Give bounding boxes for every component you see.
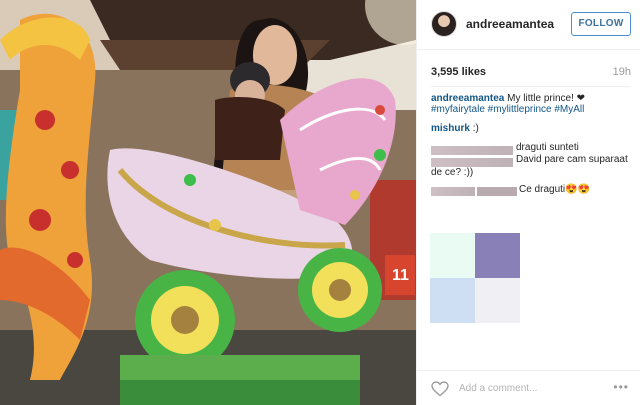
post-sidebar: andreeamantea FOLLOW 3,595 likes 19h and… — [416, 0, 640, 405]
avatar[interactable] — [431, 11, 457, 37]
swatch — [475, 233, 520, 278]
comment-line: mishurk :) — [431, 122, 479, 136]
post-header: andreeamantea FOLLOW — [417, 0, 640, 50]
comment-text: draguti sunteti — [516, 142, 579, 153]
swatch — [430, 233, 475, 278]
comment-line: David pare cam suparaat — [516, 153, 628, 167]
comment-author[interactable]: mishurk — [431, 123, 470, 134]
swatch — [475, 278, 520, 323]
comment-text: Ce draguti😍😍 — [519, 184, 591, 195]
carousel-photo-illustration: 11 — [0, 0, 416, 405]
svg-text:11: 11 — [392, 267, 409, 284]
likes-count[interactable]: 3,595 likes — [431, 66, 486, 78]
divider — [431, 86, 631, 87]
redacted-username — [431, 187, 475, 196]
comment-line: Ce draguti😍😍 — [519, 183, 590, 197]
post-timestamp[interactable]: 19h — [613, 66, 631, 78]
swatch — [430, 278, 475, 323]
comment-text: :) — [472, 123, 479, 134]
follow-button[interactable]: FOLLOW — [571, 12, 631, 36]
post-photo[interactable]: 11 — [0, 0, 416, 405]
caption-tags-line: #myfairytale #mylittleprince #MyAll — [431, 103, 584, 117]
redacted-username — [431, 146, 513, 155]
post-meta: 3,595 likes 19h — [431, 66, 631, 80]
username-link[interactable]: andreeamantea — [466, 17, 554, 31]
comment-text: David pare cam suparaat — [516, 154, 628, 165]
heart-icon[interactable] — [431, 381, 449, 397]
color-swatch-image — [430, 233, 520, 323]
comment-line: de ce? :)) — [431, 166, 473, 180]
comment-text: de ce? :)) — [431, 167, 474, 178]
redacted-username — [477, 187, 517, 196]
hashtags-link[interactable]: #myfairytale #mylittleprince #MyAll — [431, 104, 584, 115]
post-footer: Add a comment... ••• — [417, 370, 640, 405]
more-options-icon[interactable]: ••• — [613, 380, 629, 394]
comment-input[interactable]: Add a comment... — [459, 383, 537, 394]
instagram-post-view: 11 andreeamantea FOLLOW 3,595 likes 19h … — [0, 0, 640, 405]
